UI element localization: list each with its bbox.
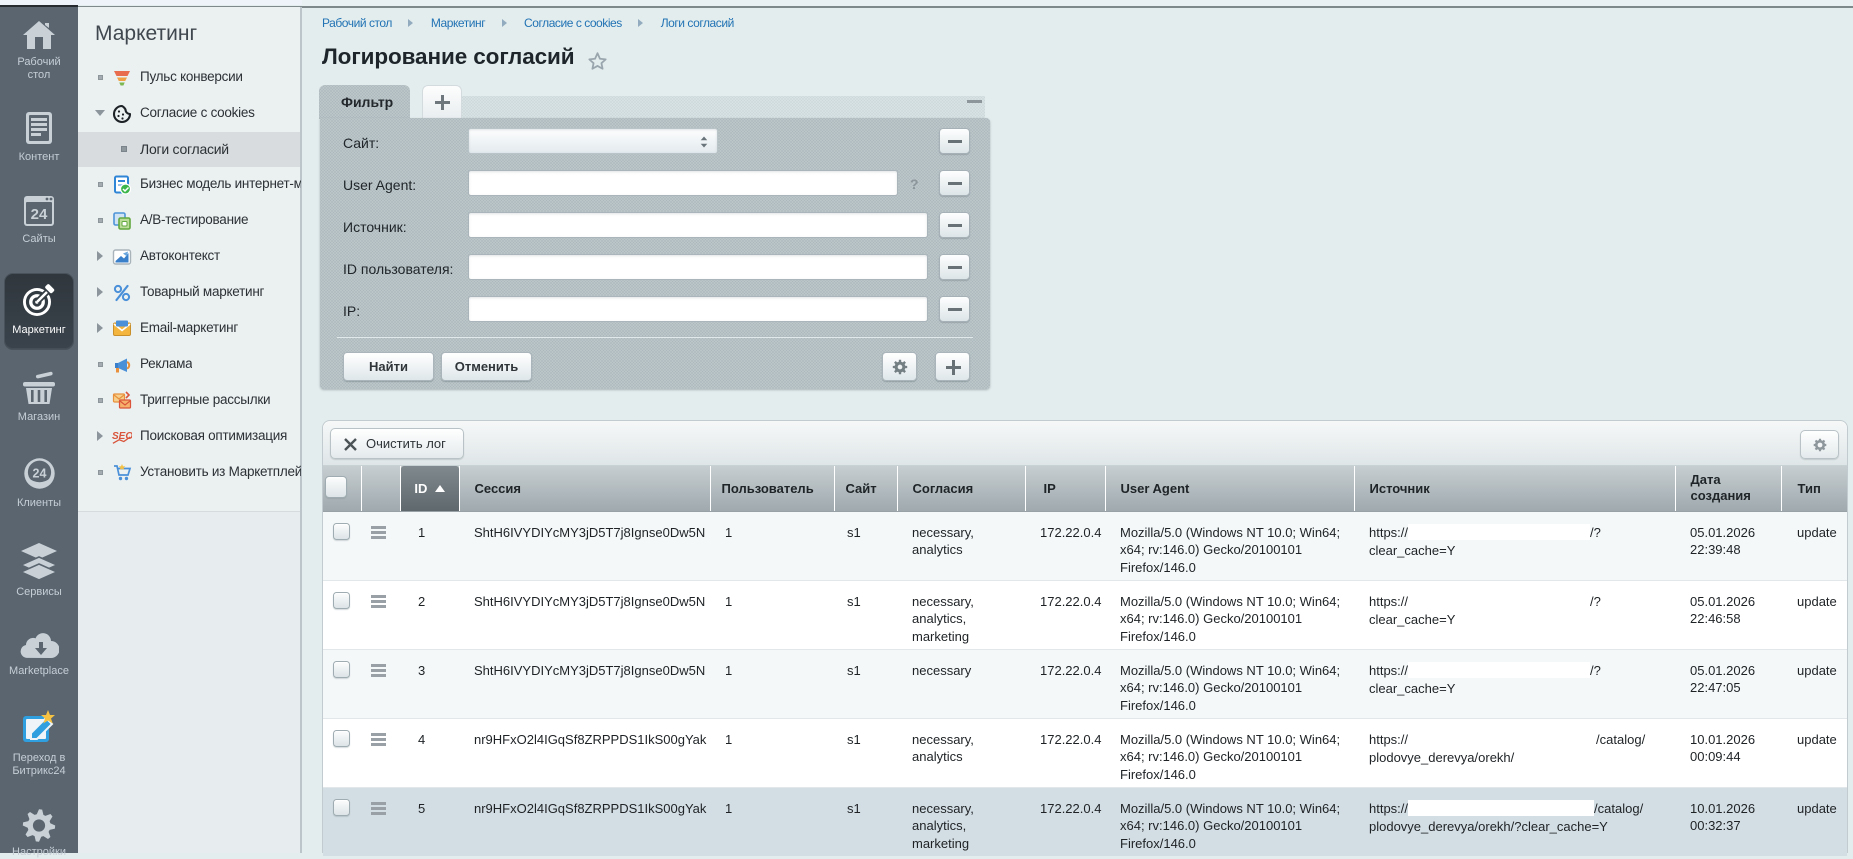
svg-text:24: 24	[31, 206, 48, 223]
svg-text:24: 24	[32, 467, 46, 481]
